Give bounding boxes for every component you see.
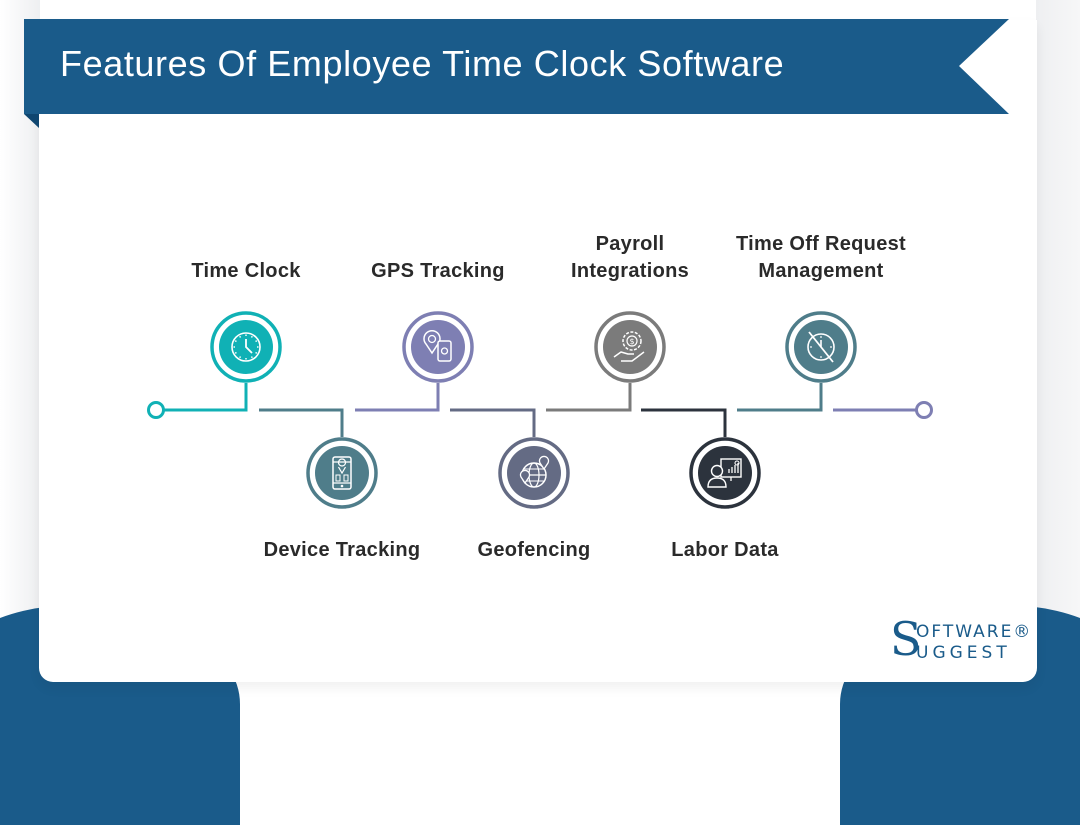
feature-label-line: Integrations (570, 260, 690, 282)
timeline-end-dot (915, 401, 933, 419)
feature-label-3: GPS Tracking (371, 258, 505, 285)
clock-tick (239, 356, 242, 359)
clock-tick (255, 351, 258, 354)
timeline-connectors (147, 383, 933, 437)
feature-label-2: Device Tracking (264, 537, 421, 564)
person-body (707, 477, 727, 488)
feature-node-3 (402, 311, 474, 383)
feature-label-line: Labor Data (671, 539, 779, 561)
feature-label-7: Time Off Request Management (736, 231, 906, 285)
feature-label-line: Payroll (595, 233, 665, 255)
clock-dot (830, 346, 832, 348)
home-button (340, 484, 344, 488)
feature-label-line: Time Off Request (735, 233, 907, 255)
feature-node-1 (210, 311, 282, 383)
gps-phone (437, 340, 452, 362)
clock-dot (810, 346, 812, 348)
person-head (710, 464, 724, 478)
timeline-start-dot (147, 401, 165, 419)
clock-dot (820, 336, 822, 338)
feature-label-line: Time Clock (191, 260, 301, 282)
connector-7 (737, 383, 823, 412)
feature-node-2 (306, 437, 378, 509)
feature-node-5: $ (594, 311, 666, 383)
logo-line-1: OFTWARE® (916, 622, 1033, 642)
feature-label-5: Payroll Integrations (571, 231, 689, 285)
connector-2 (259, 408, 344, 437)
feature-label-line: Geofencing (477, 539, 591, 561)
logo-line-2: UGGEST (916, 643, 1011, 663)
feature-label-4: Geofencing (477, 537, 590, 564)
clock-tick (250, 356, 253, 359)
node-inner-circle (698, 446, 752, 500)
clock-dot (820, 356, 822, 358)
node-inner-circle (603, 320, 657, 374)
clock-tick (250, 335, 253, 338)
connector-5 (546, 383, 632, 412)
clock-tick (239, 335, 242, 338)
feature-label-6: Labor Data (671, 537, 778, 564)
connector-6 (641, 408, 727, 437)
node-inner-circle (507, 446, 561, 500)
feature-node-6 (689, 437, 761, 509)
clock-tick (255, 340, 258, 343)
feature-label-line: GPS Tracking (371, 260, 505, 282)
dollar-sign: $ (629, 337, 634, 346)
feature-label-1: Time Clock (191, 258, 300, 285)
connector-3 (355, 383, 440, 412)
feature-node-4 (498, 437, 570, 509)
clock-tick (234, 351, 237, 354)
feature-label-line: Management (758, 260, 884, 282)
feature-node-7 (785, 311, 857, 383)
connector-1 (164, 383, 248, 412)
clock-tick (234, 340, 237, 343)
feature-label-line: Device Tracking (263, 539, 421, 561)
connector-4 (450, 408, 536, 437)
